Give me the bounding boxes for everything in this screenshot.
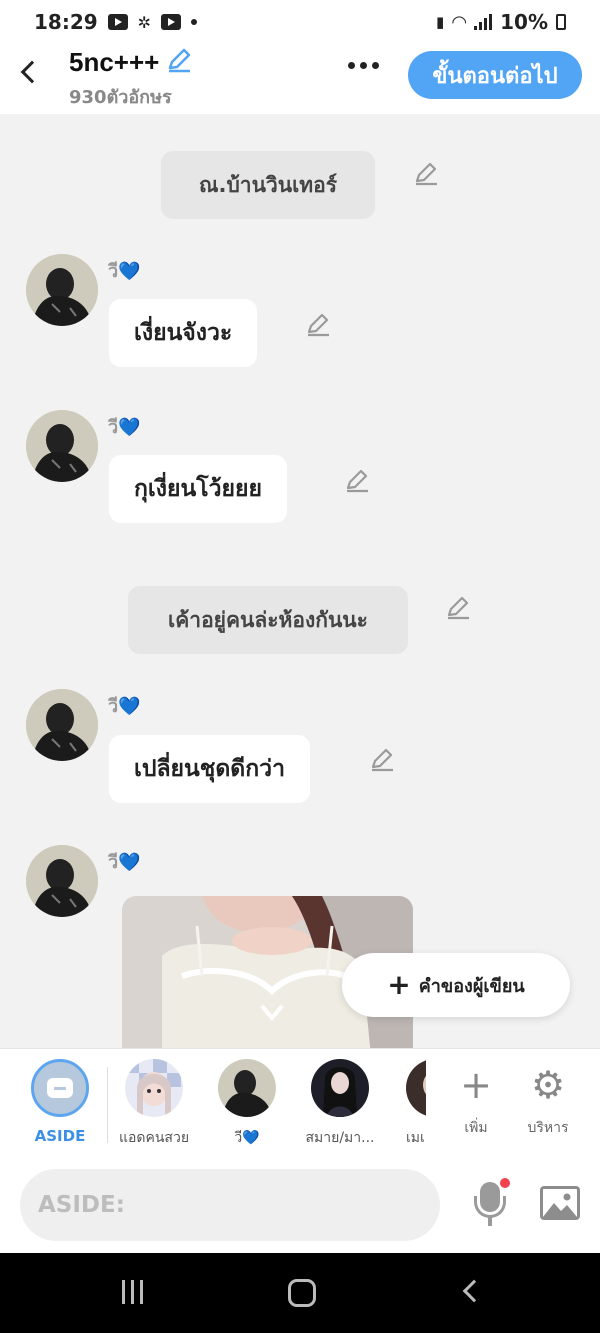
character-label: วี💙 <box>234 1130 260 1146</box>
add-character-button[interactable]: + เพิ่ม <box>441 1061 511 1139</box>
battery-percent: 10% <box>500 10 548 34</box>
aside-input[interactable] <box>20 1169 440 1241</box>
author-note-label: คำของผู้เขียน <box>418 975 525 997</box>
avatar[interactable] <box>26 689 98 761</box>
character-avatar <box>406 1059 426 1117</box>
narration-bubble[interactable]: เค้าอยู่คนล่ะห้องกันนะ <box>128 586 408 654</box>
character-item[interactable]: สมาย/มา... <box>300 1059 380 1149</box>
add-label: เพิ่ม <box>464 1120 488 1136</box>
character-label: สมาย/มา... <box>305 1130 375 1146</box>
chat-area[interactable]: ณ.บ้านวินเทอร์ วี💙 เงี่ยนจังวะ วี💙 กุเงี… <box>0 114 600 1048</box>
wifi-icon: ◠ <box>452 11 467 33</box>
character-item[interactable]: แอดคนสวย <box>114 1059 194 1149</box>
system-nav-bar <box>0 1253 600 1333</box>
microphone-icon[interactable] <box>470 1178 510 1230</box>
plus-icon: + <box>387 968 411 1001</box>
speaker-name: วี💙 <box>108 852 141 873</box>
dialogue-bubble[interactable]: เปลี่ยนชุดดีกว่า <box>109 735 310 803</box>
manage-button[interactable]: ⚙ บริหาร <box>513 1061 583 1139</box>
story-title-block: 5nc+++ 930ตัวอักษร <box>69 46 193 111</box>
signal-icon <box>474 14 493 30</box>
narration-bubble[interactable]: ณ.บ้านวินเทอร์ <box>161 151 375 219</box>
author-note-button[interactable]: + คำของผู้เขียน <box>342 953 570 1017</box>
notification-dot-icon <box>191 19 198 25</box>
edit-pencil-icon[interactable] <box>343 467 371 495</box>
avatar[interactable] <box>26 410 98 482</box>
speaker-name: วี💙 <box>108 417 141 438</box>
dialogue-bubble[interactable]: กุเงี่ยนโว้ยยย <box>109 455 287 523</box>
avatar[interactable] <box>26 254 98 326</box>
recent-apps-icon[interactable] <box>122 1280 143 1304</box>
character-avatar <box>125 1059 183 1117</box>
system-back-icon[interactable] <box>462 1279 486 1303</box>
edit-pencil-icon[interactable] <box>412 160 440 188</box>
image-icon[interactable] <box>540 1186 580 1220</box>
character-avatar <box>311 1059 369 1117</box>
character-label: แอดคนสวย <box>118 1130 190 1146</box>
editor-header: 5nc+++ 930ตัวอักษร ขั้นตอนต่อไป <box>0 44 600 114</box>
character-item[interactable]: วี💙 <box>207 1059 287 1149</box>
edit-pencil-icon[interactable] <box>368 746 396 774</box>
divider <box>107 1067 108 1143</box>
gear-icon: ⚙ <box>530 1063 566 1107</box>
character-aside[interactable]: ASIDE <box>20 1059 100 1145</box>
avatar[interactable] <box>26 845 98 917</box>
dialogue-bubble[interactable]: เงี่ยนจังวะ <box>109 299 258 367</box>
plus-icon: + <box>460 1063 492 1107</box>
recording-dot-icon <box>500 1178 510 1188</box>
story-title: 5nc+++ <box>69 46 160 77</box>
edit-pencil-icon[interactable] <box>444 594 472 622</box>
speaker-name: วี💙 <box>108 261 141 282</box>
pinwheel-icon: ✲ <box>137 12 152 32</box>
edit-title-pencil-icon[interactable] <box>165 46 193 78</box>
speaker-name: วี💙 <box>108 696 141 717</box>
character-bar: ASIDE แอดคนสวย วี💙 สมาย/มา... เมเ + เพิ่… <box>0 1048 600 1158</box>
character-label: ASIDE <box>34 1127 86 1145</box>
youtube-icon <box>161 14 182 30</box>
battery-icon <box>556 14 566 30</box>
next-step-button[interactable]: ขั้นตอนต่อไป <box>408 51 582 99</box>
more-options-icon[interactable] <box>348 62 379 69</box>
character-avatar <box>218 1059 276 1117</box>
status-time: 18:29 <box>34 10 98 34</box>
status-bar: 18:29 ✲ ▮ ◠ 10% <box>0 0 600 44</box>
edit-pencil-icon[interactable] <box>304 311 332 339</box>
battery-saver-icon: ▮ <box>436 13 445 31</box>
character-item[interactable]: เมเ <box>394 1059 426 1149</box>
input-bar <box>0 1158 600 1253</box>
manage-label: บริหาร <box>527 1120 569 1136</box>
back-button[interactable] <box>14 58 44 88</box>
home-icon[interactable] <box>288 1279 316 1307</box>
aside-chat-icon <box>31 1059 89 1117</box>
character-label: เมเ <box>406 1130 425 1146</box>
character-count: 930ตัวอักษร <box>69 87 172 108</box>
youtube-icon <box>107 14 128 30</box>
